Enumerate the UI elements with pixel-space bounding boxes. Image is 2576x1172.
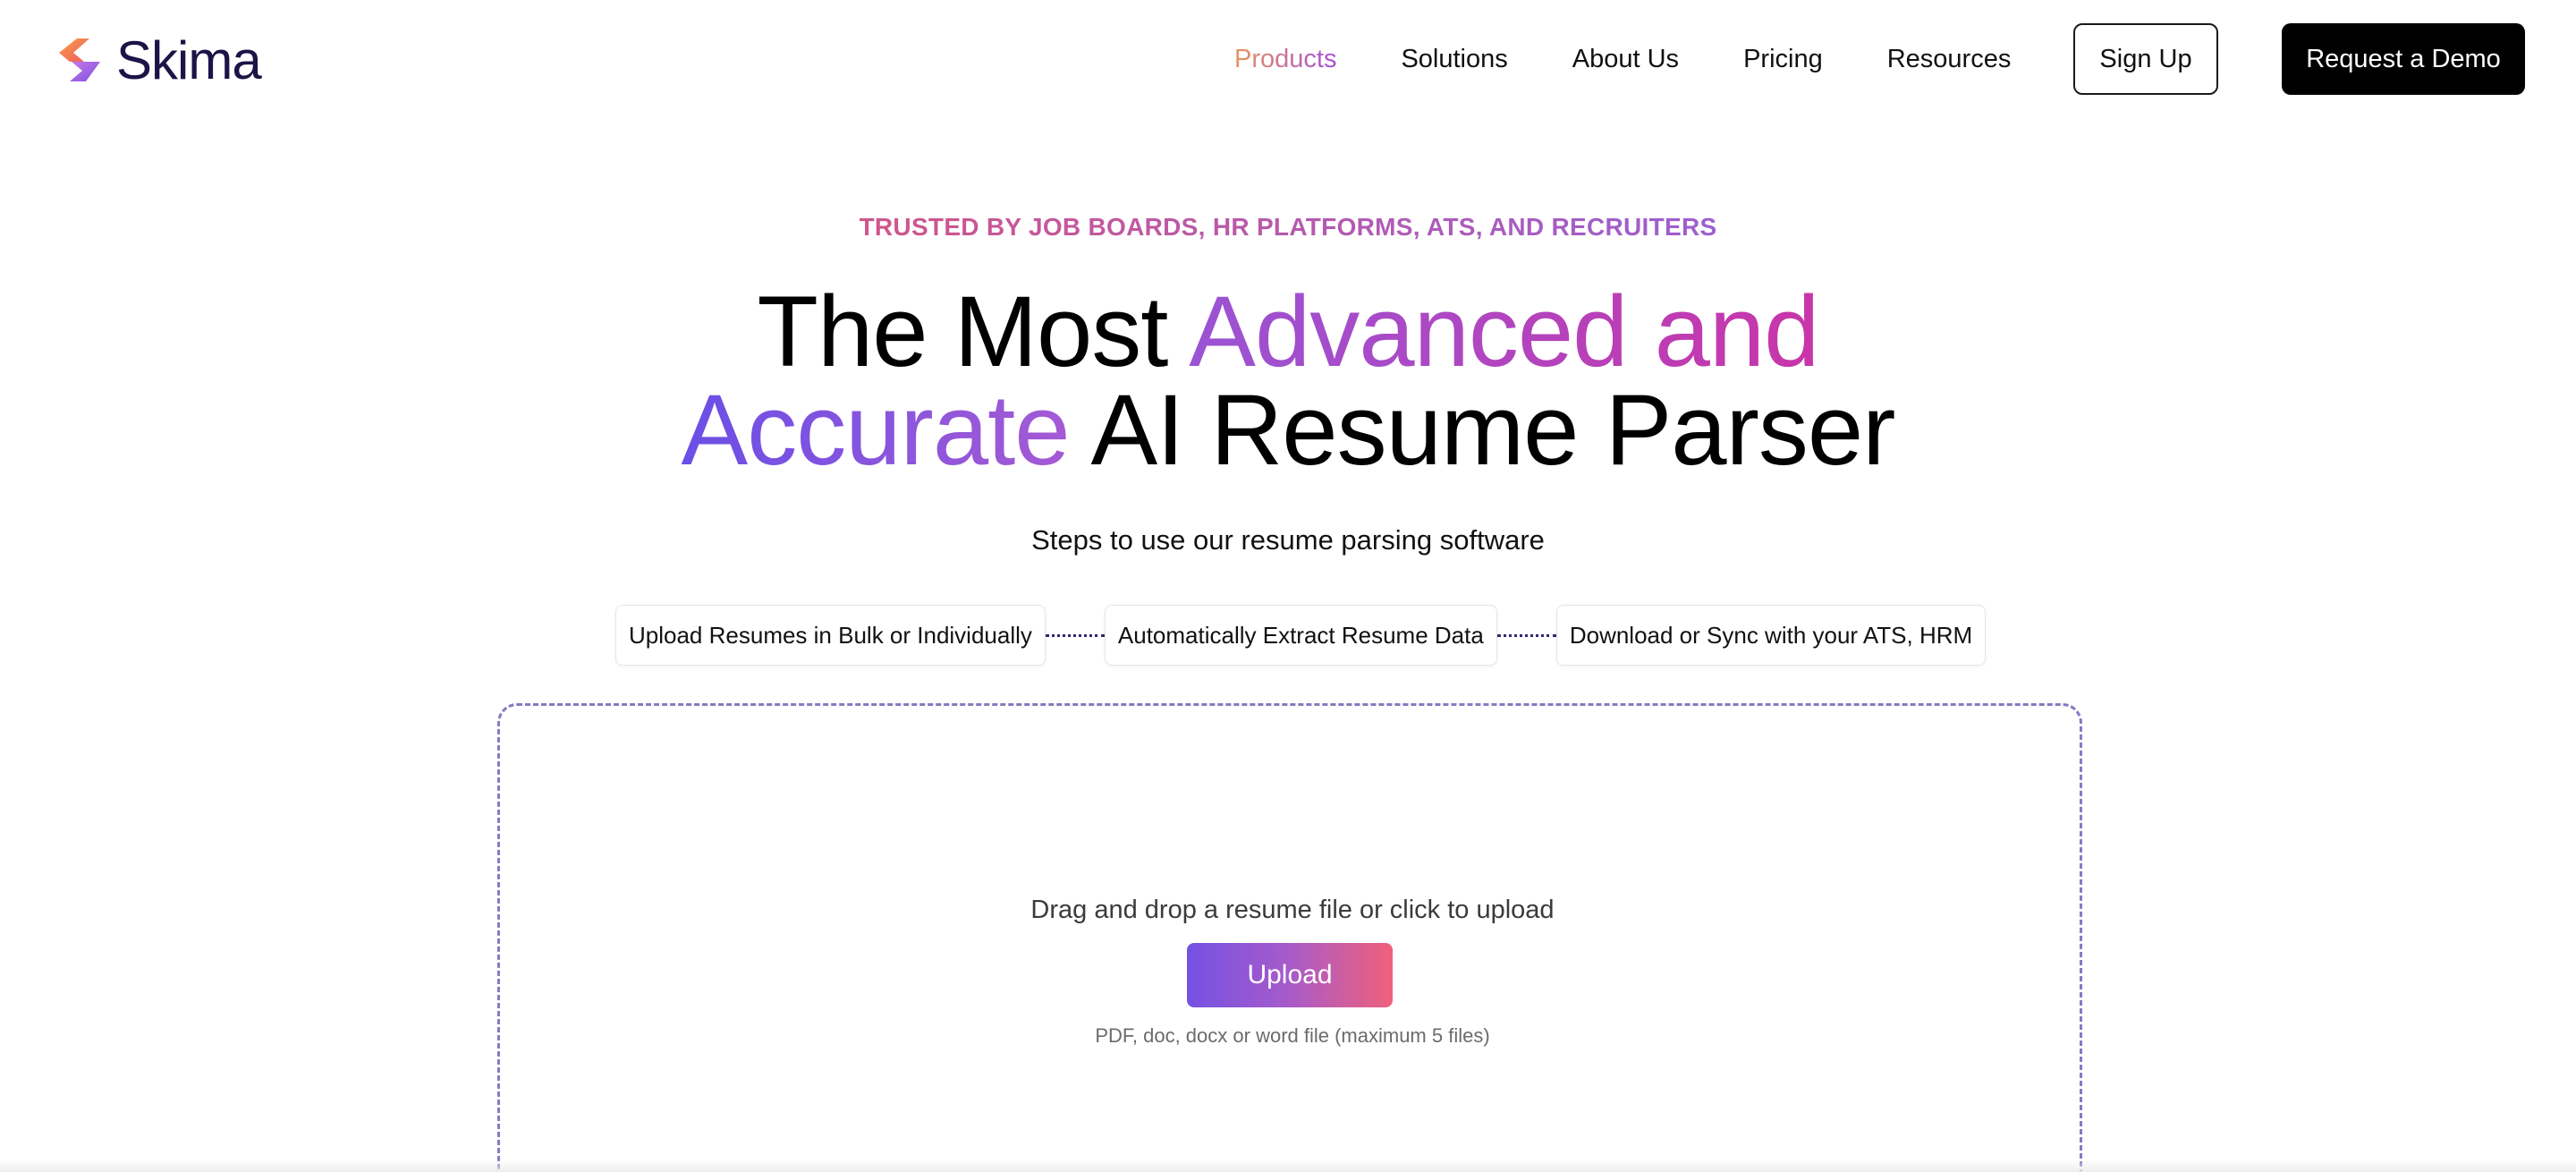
- step-download: Download or Sync with your ATS, HRM: [1555, 605, 1987, 666]
- main-nav: Products Solutions About Us Pricing Reso…: [1234, 0, 2075, 118]
- nav-products[interactable]: Products: [1234, 45, 1336, 74]
- nav-resources[interactable]: Resources: [1887, 45, 2012, 74]
- upload-button[interactable]: Upload: [1187, 943, 1393, 1007]
- headline-part-2: Advanced and: [1189, 276, 1819, 387]
- step-upload: Upload Resumes in Bulk or Individually: [615, 605, 1046, 666]
- file-type-note: PDF, doc, docx or word file (maximum 5 f…: [1095, 1024, 1490, 1047]
- nav-about-us[interactable]: About Us: [1572, 45, 1679, 74]
- hero-headline: The Most Advanced and Accurate AI Resume…: [0, 282, 2576, 480]
- headline-part-3: Accurate: [681, 374, 1071, 486]
- step-connector: [1045, 633, 1105, 637]
- site-header: Skima Products Solutions About Us Pricin…: [0, 0, 2576, 118]
- skima-logo-icon: [59, 38, 100, 81]
- headline-part-1: The Most: [757, 276, 1190, 387]
- resume-dropzone[interactable]: Drag and drop a resume file or click to …: [497, 703, 2082, 1172]
- nav-pricing[interactable]: Pricing: [1743, 45, 1823, 74]
- hero-subhead: Steps to use our resume parsing software: [1031, 524, 1545, 556]
- step-extract: Automatically Extract Resume Data: [1104, 605, 1497, 666]
- hero-eyebrow: TRUSTED BY JOB BOARDS, HR PLATFORMS, ATS…: [0, 213, 2576, 242]
- headline-part-4: AI Resume Parser: [1069, 374, 1895, 486]
- sign-up-button[interactable]: Sign Up: [2073, 23, 2218, 95]
- page: Skima Products Solutions About Us Pricin…: [0, 0, 2576, 1172]
- step-connector: [1496, 633, 1556, 637]
- steps-row: Upload Resumes in Bulk or Individually A…: [615, 605, 1987, 666]
- brand-logo[interactable]: Skima: [50, 30, 262, 90]
- hero-eyebrow-text: TRUSTED BY JOB BOARDS, HR PLATFORMS, ATS…: [859, 213, 1717, 241]
- section-divider: [0, 1159, 2576, 1172]
- nav-solutions[interactable]: Solutions: [1401, 45, 1507, 74]
- brand-name: Skima: [116, 30, 262, 90]
- request-demo-button[interactable]: Request a Demo: [2282, 23, 2525, 95]
- dropzone-prompt: Drag and drop a resume file or click to …: [1030, 896, 1555, 924]
